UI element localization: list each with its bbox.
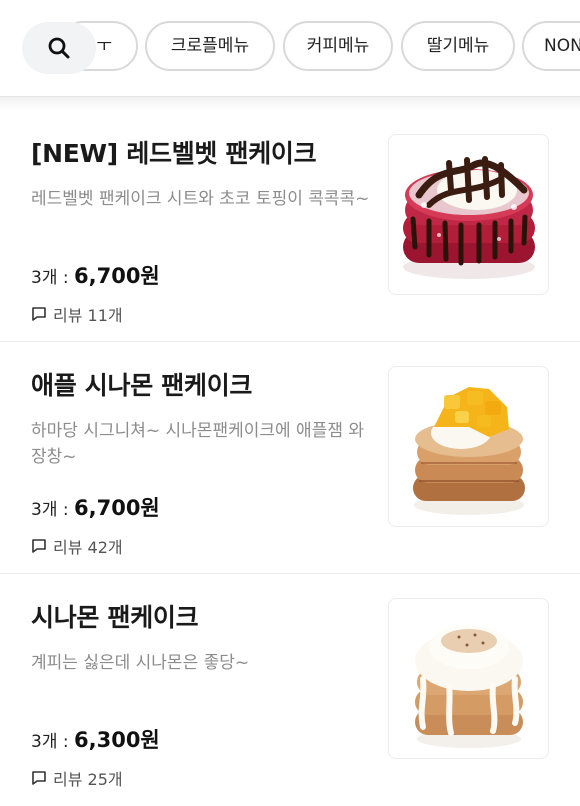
menu-item-description: 하마당 시그니쳐~ 시나몬팬케이크에 애플잼 와장창~ bbox=[31, 421, 365, 467]
category-chip-coffee[interactable]: 커피메뉴 bbox=[283, 21, 393, 71]
review-bubble-icon bbox=[32, 771, 46, 785]
menu-item-price: 6,700원 bbox=[74, 496, 160, 520]
menu-item[interactable]: 시나몬 팬케이크 계피는 싫은데 시나몬은 좋당~ 3개 : 6,300원 리뷰… bbox=[0, 574, 580, 806]
menu-item-title: 애플 시나몬 팬케이크 bbox=[31, 371, 253, 400]
menu-item-description: 계피는 싫은데 시나몬은 좋당~ bbox=[31, 653, 250, 673]
cinnamon-pancake-image[interactable] bbox=[388, 598, 549, 759]
menu-item-price-row: 3개 : 6,700원 bbox=[31, 492, 160, 522]
menu-item-title: 시나몬 팬케이크 bbox=[31, 603, 199, 632]
menu-item[interactable]: 애플 시나몬 팬케이크 하마당 시그니쳐~ 시나몬팬케이크에 애플잼 와장창~ … bbox=[0, 342, 580, 574]
menu-item-qty: 3개 : bbox=[31, 268, 69, 288]
search-button[interactable] bbox=[22, 22, 96, 74]
menu-item-review-count: 리뷰 11개 bbox=[53, 306, 123, 325]
category-bar: ㅜ 크로플메뉴 커피메뉴 딸기메뉴 NON bbox=[0, 0, 580, 97]
menu-item[interactable]: [NEW] 레드벨벳 팬케이크 레드벨벳 팬케이크 시트와 초코 토핑이 콕콕콕… bbox=[0, 110, 580, 342]
review-bubble-icon bbox=[32, 307, 46, 321]
menu-item-description: 레드벨벳 팬케이크 시트와 초코 토핑이 콕콕콕~ bbox=[31, 189, 370, 209]
category-chip-non[interactable]: NON bbox=[522, 21, 580, 71]
menu-item-review[interactable]: 리뷰 42개 bbox=[31, 534, 123, 558]
review-bubble-icon bbox=[32, 539, 46, 553]
menu-item-review[interactable]: 리뷰 11개 bbox=[31, 302, 123, 326]
menu-item-title: [NEW] 레드벨벳 팬케이크 bbox=[31, 139, 317, 168]
menu-item-qty: 3개 : bbox=[31, 732, 69, 752]
menu-item-review-count: 리뷰 42개 bbox=[53, 538, 123, 557]
menu-item-price: 6,700원 bbox=[74, 264, 160, 288]
menu-item-price-row: 3개 : 6,700원 bbox=[31, 260, 160, 290]
menu-item-qty: 3개 : bbox=[31, 500, 69, 520]
menu-item-price: 6,300원 bbox=[74, 728, 160, 752]
search-icon bbox=[48, 37, 70, 59]
category-chip-croffle[interactable]: 크로플메뉴 bbox=[145, 21, 275, 71]
category-chip-strawberry[interactable]: 딸기메뉴 bbox=[401, 21, 515, 71]
apple-cinnamon-pancake-image[interactable] bbox=[388, 366, 549, 527]
red-velvet-pancake-image[interactable] bbox=[388, 134, 549, 295]
menu-item-price-row: 3개 : 6,300원 bbox=[31, 724, 160, 754]
list-top-divider bbox=[0, 97, 580, 111]
